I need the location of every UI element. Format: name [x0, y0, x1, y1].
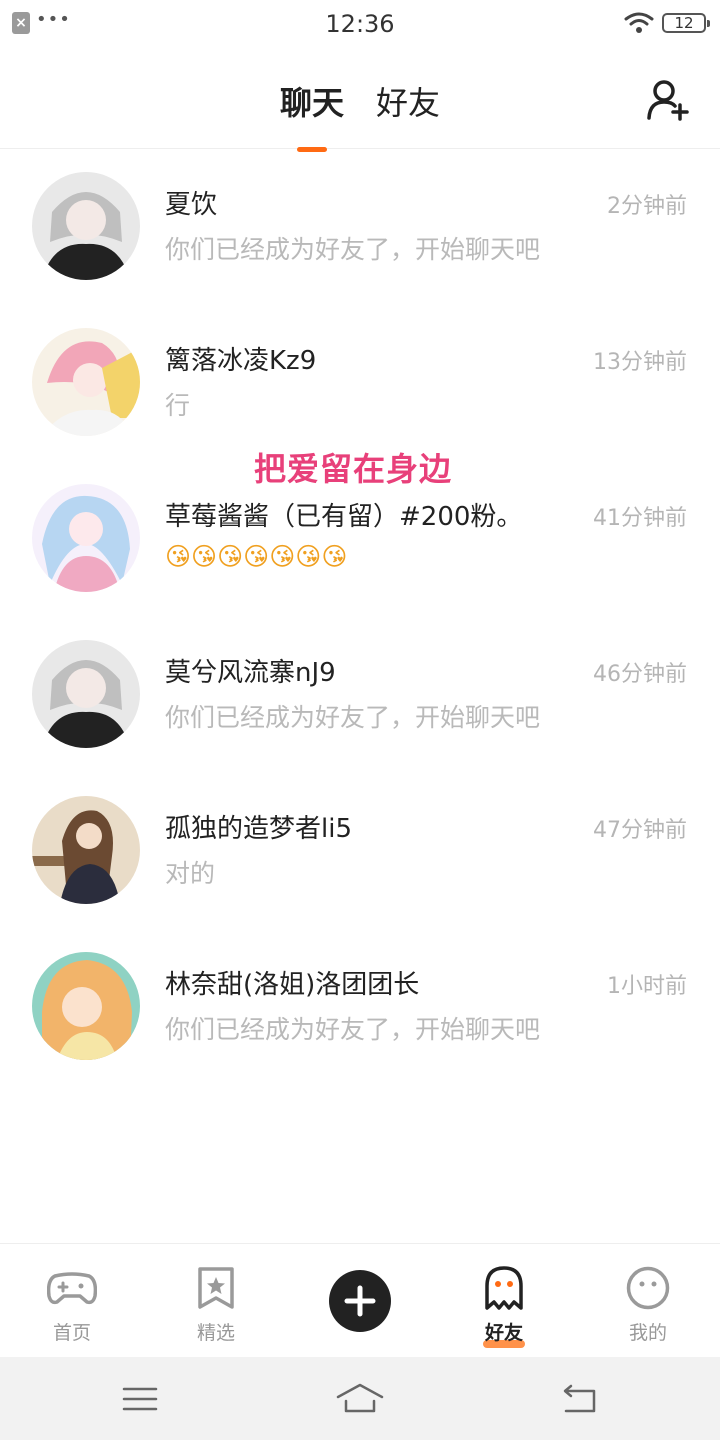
chat-time: 2分钟前	[607, 194, 687, 219]
nav-me[interactable]: 我的	[576, 1244, 720, 1358]
nav-label-me: 我的	[628, 1322, 667, 1344]
avatar[interactable]	[32, 640, 140, 748]
tab-friends[interactable]: 好友	[376, 78, 440, 124]
star-bookmark-icon	[198, 1267, 234, 1309]
chat-preview: 你们已经成为好友了，开始聊天吧	[165, 235, 541, 264]
system-nav-bar	[0, 1357, 720, 1440]
menu-icon[interactable]	[118, 1381, 162, 1417]
chat-time: 41分钟前	[593, 506, 687, 531]
top-header: 聊天 好友	[0, 50, 720, 149]
gamepad-icon	[47, 1272, 97, 1305]
battery-icon: 12	[662, 13, 710, 33]
add-friend-icon[interactable]	[646, 78, 690, 122]
chat-preview: 你们已经成为好友了，开始聊天吧	[165, 703, 541, 732]
nav-label-featured: 精选	[196, 1322, 235, 1344]
chat-time: 13分钟前	[593, 350, 687, 375]
status-bar: × ••• 12:36 12	[0, 0, 720, 50]
chat-preview: 😘😘😘😘😘😘😘	[165, 542, 348, 571]
home-icon[interactable]	[336, 1381, 384, 1417]
chat-time: 1小时前	[607, 974, 687, 999]
bottom-nav: 首页 精选 好友 我的	[0, 1243, 720, 1358]
plus-icon	[344, 1285, 376, 1317]
nav-label-friends: 好友	[484, 1322, 523, 1344]
smiley-icon	[626, 1266, 670, 1310]
avatar[interactable]	[32, 952, 140, 1060]
nav-featured[interactable]: 精选	[144, 1244, 288, 1358]
chat-time: 47分钟前	[593, 818, 687, 843]
nav-create[interactable]	[288, 1244, 432, 1358]
chat-name: 莫兮风流寨nJ9	[165, 658, 336, 688]
nav-home[interactable]: 首页	[0, 1244, 144, 1358]
ghost-icon	[485, 1266, 523, 1310]
chat-preview: 行	[165, 391, 191, 420]
tab-chat[interactable]: 聊天	[280, 78, 344, 124]
chat-name: 孤独的造梦者li5	[165, 814, 352, 844]
chat-time: 46分钟前	[593, 662, 687, 687]
create-button[interactable]	[329, 1270, 391, 1332]
header-tabs: 聊天 好友	[0, 78, 720, 124]
chat-item[interactable]: 孤独的造梦者li5 47分钟前 对的	[0, 774, 720, 930]
avatar[interactable]	[32, 172, 140, 280]
status-right: 12	[624, 12, 710, 34]
chat-preview: 对的	[165, 859, 216, 888]
chat-item[interactable]: 篱落冰凌Kz9 13分钟前 行	[0, 306, 720, 462]
wifi-icon	[624, 12, 654, 33]
nav-label-home: 首页	[52, 1322, 91, 1344]
nav-friends[interactable]: 好友	[432, 1244, 576, 1358]
chat-item[interactable]: 林奈甜(洛姐)洛团团长 1小时前 你们已经成为好友了，开始聊天吧	[0, 930, 720, 1086]
status-time: 12:36	[325, 10, 395, 38]
overlay-caption: 把爱留在身边	[254, 450, 453, 488]
chat-name: 林奈甜(洛姐)洛团团长	[165, 970, 420, 1000]
chat-item[interactable]: 莫兮风流寨nJ9 46分钟前 你们已经成为好友了，开始聊天吧	[0, 618, 720, 774]
chat-list: 夏饮 2分钟前 你们已经成为好友了，开始聊天吧 篱落冰凌Kz9 13分钟前 行	[0, 150, 720, 1086]
chat-name: 夏饮	[165, 190, 218, 220]
chat-name: 草莓酱酱（已有留）#200粉。	[165, 502, 523, 532]
back-icon[interactable]	[558, 1381, 602, 1417]
chat-preview: 你们已经成为好友了，开始聊天吧	[165, 1015, 541, 1044]
avatar[interactable]	[32, 796, 140, 904]
avatar[interactable]	[32, 328, 140, 436]
chat-item[interactable]: 夏饮 2分钟前 你们已经成为好友了，开始聊天吧	[0, 150, 720, 306]
chat-name: 篱落冰凌Kz9	[165, 346, 317, 376]
avatar[interactable]	[32, 484, 140, 592]
battery-level: 12	[674, 14, 694, 32]
